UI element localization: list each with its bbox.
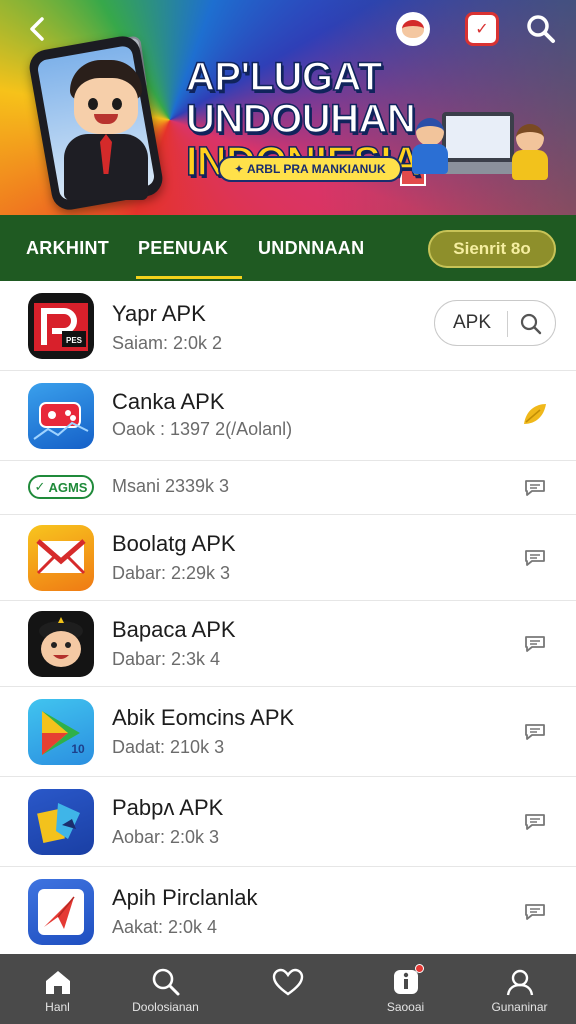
message-button[interactable] (522, 631, 548, 657)
message-icon (525, 636, 545, 652)
list-item[interactable]: Canka APK Oaok : 1397 2(/Aolanl) (0, 371, 576, 461)
avatar-icon (28, 611, 94, 677)
list-item[interactable]: Bapaca APK Dabar: 2:3k 4 (0, 601, 576, 687)
agms-badge: ✓ AGMS (28, 475, 94, 499)
app-meta: Dabar: 2:29k 3 (112, 563, 231, 583)
nav-home[interactable]: Hanl (0, 954, 115, 1024)
notification-dot (414, 964, 424, 973)
search-icon (520, 313, 542, 335)
tab-peenuak[interactable]: PEENUAK (135, 215, 243, 281)
app-meta: Dabar: 2:3k 4 (112, 649, 221, 669)
play-triangle-icon: 10 (28, 699, 94, 765)
message-icon (525, 480, 545, 496)
list-item[interactable]: PES Yapr APK Saiam: 2:0k 2 APK (0, 281, 576, 371)
app-name: Yapr APK (112, 301, 206, 326)
nav-profile-label: Gunaninar (491, 1000, 548, 1014)
tabs-cta-button[interactable]: Sienrit 8o (428, 230, 556, 268)
p-logo-icon: PES (28, 293, 94, 359)
nav-notifications[interactable]: Saooai (348, 954, 463, 1024)
message-icon (525, 550, 545, 566)
apk-search-label: APK (453, 312, 492, 333)
agms-badge-label: AGMS (48, 479, 88, 495)
hero-banner: ✓ AP'LUGAT UNDOUHAN INDONIESIA ✦ ARBL PR… (0, 0, 576, 215)
kid-illustration (412, 118, 448, 174)
apk-search-pill[interactable]: APK (434, 300, 556, 346)
mascot-icon[interactable] (396, 12, 430, 46)
app-name: Apih Pirclanlak (112, 885, 258, 910)
message-button[interactable] (522, 899, 548, 925)
list-item[interactable]: 10 Abik Eomcins APK Dadat: 210k 3 (0, 687, 576, 777)
app-name: Bapaca APK (112, 617, 236, 642)
nav-search-label: Doolosianan (132, 1000, 199, 1014)
svg-text:10: 10 (71, 742, 85, 756)
home-icon (43, 966, 73, 998)
message-button[interactable] (522, 545, 548, 571)
app-meta: Aobar: 2:0k 3 (112, 827, 220, 847)
svg-text:PES: PES (66, 336, 83, 345)
list-item[interactable]: Boolatg APK Dabar: 2:29k 3 (0, 515, 576, 601)
kid-illustration (512, 124, 548, 180)
app-name: Abik Eomcins APK (112, 705, 295, 730)
message-icon (525, 724, 545, 740)
nav-notifications-label: Saooai (386, 1000, 425, 1014)
message-icon (525, 904, 545, 920)
list-item[interactable]: ✓ AGMS Msani 2339k 3 (0, 461, 576, 515)
category-tabs: ARKHINT PEENUAK UNDNNAAN Sienrit 8o (0, 215, 576, 281)
app-meta: Msani 2339k 3 (112, 476, 230, 496)
profile-icon (505, 966, 535, 998)
search-icon (527, 15, 555, 43)
check-icon: ✓ (34, 479, 46, 494)
favorite-button[interactable] (522, 401, 548, 427)
app-meta: Saiam: 2:0k 2 (112, 333, 223, 353)
message-icon (525, 814, 545, 830)
gift-box-icon[interactable]: ✓ (465, 12, 499, 46)
message-button[interactable] (522, 809, 548, 835)
chevron-left-icon (30, 17, 44, 41)
tab-arkhint[interactable]: ARKHINT (26, 215, 109, 281)
info-badge-icon (392, 964, 424, 998)
app-meta: Aakat: 2:0k 4 (112, 917, 218, 937)
nav-home-label: Hanl (45, 1000, 70, 1014)
nav-profile[interactable]: Gunaninar (462, 954, 576, 1024)
leaf-icon (524, 404, 546, 424)
banner-search-button[interactable] (524, 12, 558, 46)
back-button[interactable] (22, 14, 52, 44)
game-controller-icon (28, 383, 94, 449)
app-name: Pabpʌ APK (112, 795, 224, 820)
message-button[interactable] (522, 719, 548, 745)
app-meta: Oaok : 1397 2(/Aolanl) (112, 419, 293, 439)
app-meta: Dadat: 210k 3 (112, 737, 225, 757)
message-button[interactable] (522, 475, 548, 501)
banner-tagline: ✦ ARBL PRA MANKIANUK (218, 156, 402, 182)
app-name: Canka APK (112, 389, 225, 414)
nav-favorites[interactable] (230, 954, 345, 1024)
list-item[interactable]: Pabpʌ APK Aobar: 2:0k 3 (0, 777, 576, 867)
mail-envelope-icon (28, 525, 94, 591)
app-name: Boolatg APK (112, 531, 236, 556)
paper-plane-icon (28, 879, 94, 945)
list-item[interactable]: Apih Pirclanlak Aakat: 2:0k 4 (0, 867, 576, 954)
bottom-navigation: Hanl Doolosianan Saooai Gunaninar (0, 954, 576, 1024)
blocks-icon (28, 789, 94, 855)
search-icon (151, 966, 181, 998)
nav-search[interactable]: Doolosianan (108, 954, 223, 1024)
tab-undnnaan[interactable]: UNDNNAAN (258, 215, 364, 281)
mascot-illustration (60, 60, 152, 200)
heart-icon (272, 966, 304, 998)
